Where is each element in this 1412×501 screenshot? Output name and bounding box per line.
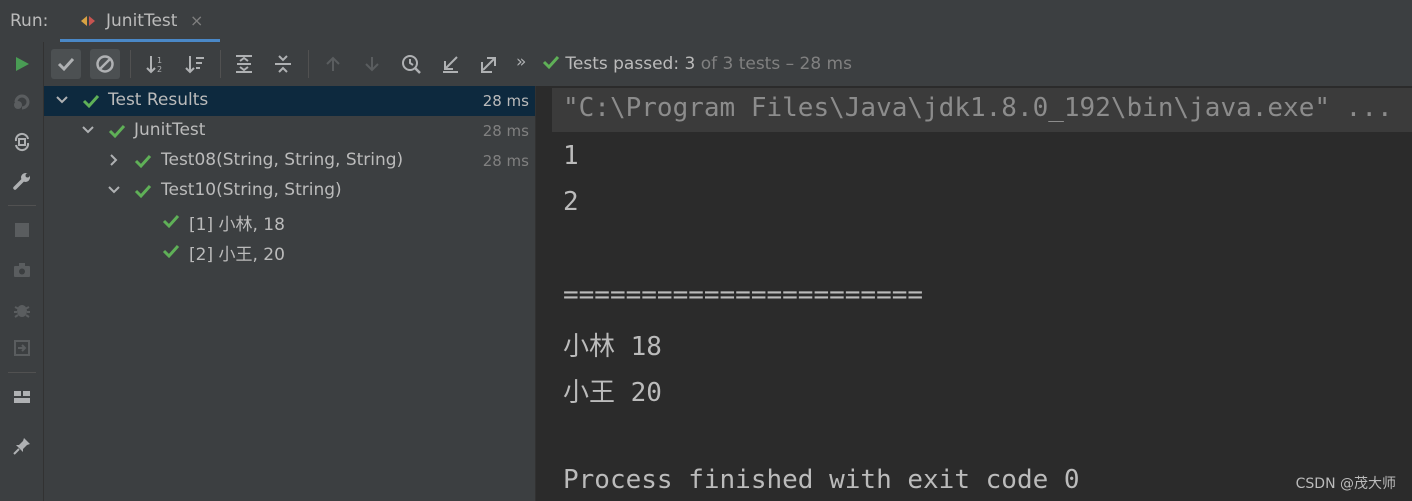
pin-icon <box>13 438 30 455</box>
duration: 28 ms <box>482 122 529 140</box>
export-icon <box>481 57 496 73</box>
watermark: CSDN @茂大师 <box>1295 476 1396 492</box>
toolbar-divider <box>308 50 309 78</box>
chevron-down-icon[interactable] <box>54 92 70 108</box>
settings-button[interactable] <box>10 169 34 193</box>
test-results-tree: Test Results 28 ms JunitTest 28 ms Test0… <box>44 86 536 501</box>
import-icon <box>443 56 458 73</box>
tab-junittest[interactable]: JunitTest × <box>60 0 220 42</box>
exit-button[interactable] <box>10 336 34 360</box>
chevron-right-icon[interactable] <box>106 152 122 168</box>
sort-alpha-icon: 12 <box>146 56 162 74</box>
arrow-down-icon <box>365 57 379 72</box>
ignored-icon <box>96 55 114 73</box>
rerun-failed-icon <box>14 94 30 110</box>
close-icon[interactable]: × <box>190 11 203 30</box>
test-status: Tests passed: 3 of 3 tests – 28 ms <box>542 53 852 74</box>
collapse-all-icon <box>275 55 291 73</box>
tree-node-invocation-1[interactable]: [1] 小林, 18 <box>44 206 535 236</box>
tree-node-test10[interactable]: Test10(String, String) <box>44 176 535 206</box>
wrench-icon <box>13 173 30 190</box>
tree-node-test-results[interactable]: Test Results 28 ms <box>44 86 535 116</box>
passed-check-icon <box>134 154 152 169</box>
toolbar-divider <box>220 50 221 78</box>
passed-check-icon <box>162 214 180 229</box>
tree-node-junittest[interactable]: JunitTest 28 ms <box>44 116 535 146</box>
passed-check-icon <box>162 244 180 259</box>
run-tool-window-header: Run: JunitTest × <box>0 0 1412 42</box>
toggle-auto-test-button[interactable] <box>10 130 34 154</box>
expand-all-button[interactable] <box>229 49 259 79</box>
stop-icon <box>15 223 29 237</box>
tree-node-label: Test08(String, String, String) <box>161 150 404 170</box>
export-tests-button[interactable] <box>474 49 504 79</box>
check-icon <box>57 57 75 72</box>
stop-button[interactable] <box>10 218 34 242</box>
bug-icon <box>14 305 30 318</box>
console-line: 1 <box>563 141 579 171</box>
layout-icon <box>14 391 30 403</box>
previous-failed-button[interactable] <box>318 49 348 79</box>
duration: 28 ms <box>482 152 529 170</box>
chevron-down-icon[interactable] <box>80 122 96 138</box>
camera-icon <box>14 263 30 277</box>
tree-node-label: [2] 小王, 20 <box>189 245 285 265</box>
toolbar-divider <box>130 50 131 78</box>
next-failed-button[interactable] <box>357 49 387 79</box>
chevron-down-icon[interactable] <box>106 182 122 198</box>
pin-tab-button[interactable] <box>10 434 34 458</box>
svg-text:1: 1 <box>157 56 162 65</box>
passed-check-icon <box>134 184 152 199</box>
check-icon <box>542 55 560 70</box>
left-toolbar <box>0 42 44 501</box>
auto-test-icon <box>14 132 30 152</box>
tab-label: JunitTest <box>106 11 178 31</box>
tree-node-label: Test Results <box>108 90 209 110</box>
test-history-button[interactable] <box>396 49 426 79</box>
duration: 28 ms <box>482 92 529 110</box>
rerun-button[interactable] <box>10 52 34 76</box>
collapse-all-button[interactable] <box>268 49 298 79</box>
expand-all-icon <box>236 55 252 73</box>
tree-node-label: [1] 小林, 18 <box>189 215 285 235</box>
console-command: "C:\Program Files\Java\jdk1.8.0_192\bin\… <box>563 93 1393 123</box>
tree-node-invocation-2[interactable]: [2] 小王, 20 <box>44 236 535 266</box>
more-actions-button[interactable]: » <box>516 52 526 72</box>
sort-alphabetically-button[interactable]: 12 <box>141 49 171 79</box>
arrow-up-icon <box>326 56 340 71</box>
toolbar-divider <box>8 205 36 206</box>
layout-button[interactable] <box>10 385 34 409</box>
show-ignored-toggle[interactable] <box>90 49 120 79</box>
tree-node-label: Test10(String, String) <box>161 180 342 200</box>
tree-node-label: JunitTest <box>134 120 206 140</box>
sort-by-duration-button[interactable] <box>180 49 210 79</box>
debug-button[interactable] <box>10 298 34 322</box>
import-tests-button[interactable] <box>435 49 465 79</box>
history-icon <box>402 55 421 74</box>
console-line: 小林 18 <box>563 332 662 362</box>
console-line: ======================= <box>563 280 924 310</box>
show-passed-toggle[interactable] <box>51 49 81 79</box>
rerun-failed-button[interactable] <box>10 90 34 114</box>
console-line: Process finished with exit code 0 <box>563 465 1080 495</box>
status-total: of 3 tests – 28 ms <box>700 54 852 74</box>
svg-text:2: 2 <box>157 65 162 74</box>
sort-duration-icon <box>185 56 204 74</box>
console-line: 小王 20 <box>563 378 662 408</box>
console-output[interactable]: "C:\Program Files\Java\jdk1.8.0_192\bin\… <box>536 86 1412 501</box>
status-label: Tests passed: <box>565 54 680 74</box>
junit-config-icon <box>81 16 95 26</box>
dump-threads-button[interactable] <box>10 258 34 282</box>
tree-node-test08[interactable]: Test08(String, String, String) 28 ms <box>44 146 535 176</box>
passed-check-icon <box>108 124 126 139</box>
run-label: Run: <box>10 11 49 31</box>
exit-icon <box>14 340 30 356</box>
test-toolbar: 12 » Tests passed: 3 of 3 tests – 28 ms <box>44 42 1412 86</box>
console-line: 2 <box>563 187 579 217</box>
status-count: 3 <box>684 54 696 74</box>
toolbar-divider <box>8 372 36 373</box>
passed-check-icon <box>82 94 100 109</box>
play-icon <box>16 57 29 71</box>
